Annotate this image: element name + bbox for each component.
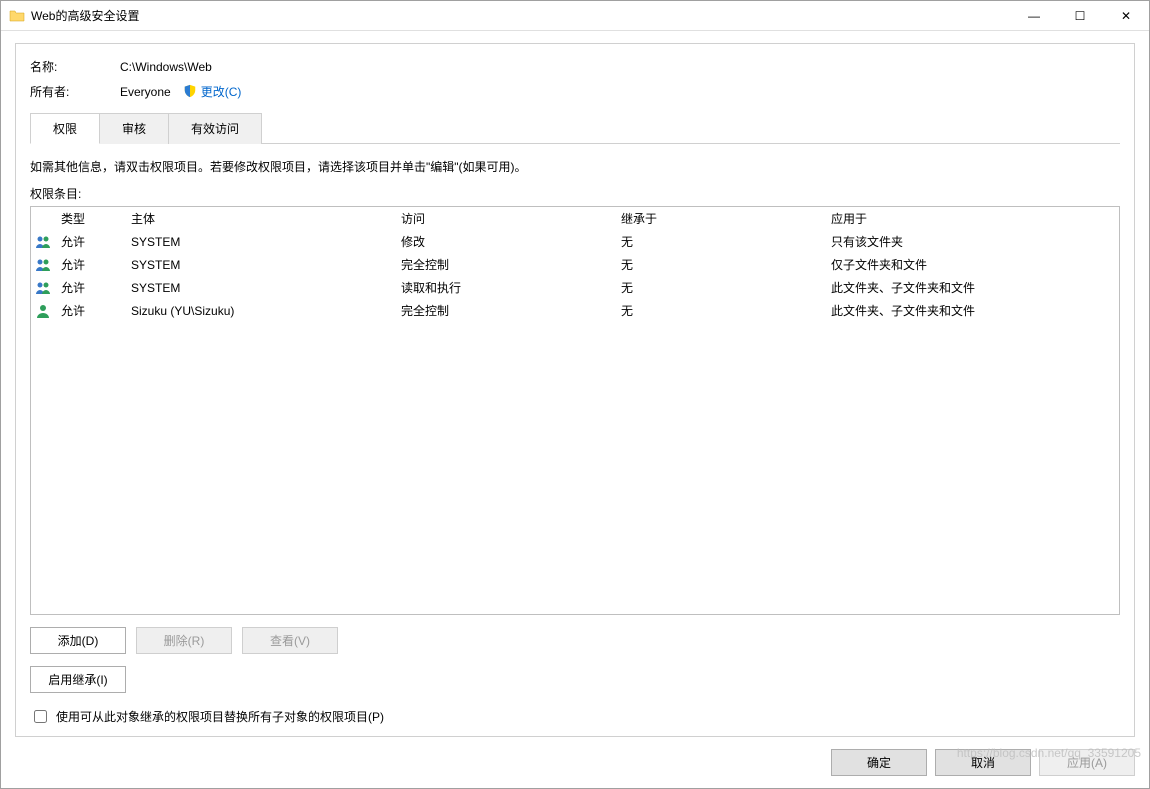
table-row[interactable]: 允许SYSTEM读取和执行无此文件夹、子文件夹和文件 [31,276,1119,299]
cell-principal: SYSTEM [125,276,395,299]
cell-access: 读取和执行 [395,276,615,299]
cell-type: 允许 [55,299,125,322]
col-inherited-from[interactable]: 继承于 [615,207,825,230]
inner-frame: 名称: C:\Windows\Web 所有者: Everyone 更改(C) 权… [15,43,1135,737]
change-owner-link[interactable]: 更改(C) [201,83,242,100]
owner-row: 所有者: Everyone 更改(C) [30,83,1120,100]
cell-inherited-from: 无 [615,253,825,276]
principal-icon [31,253,55,276]
name-label: 名称: [30,58,120,75]
replace-child-row[interactable]: 使用可从此对象继承的权限项目替换所有子对象的权限项目(P) [30,707,1120,726]
tab-auditing[interactable]: 审核 [100,113,169,144]
replace-child-label: 使用可从此对象继承的权限项目替换所有子对象的权限项目(P) [56,708,384,725]
entry-buttons-row: 添加(D) 删除(R) 查看(V) [30,627,1120,654]
principal-icon [31,230,55,253]
permission-entries-table[interactable]: 类型 主体 访问 继承于 应用于 允许SYSTEM修改无只有该文件夹允许SYST… [30,206,1120,615]
cell-principal: SYSTEM [125,253,395,276]
table-row[interactable]: 允许SYSTEM完全控制无仅子文件夹和文件 [31,253,1119,276]
cell-applies-to: 仅子文件夹和文件 [825,253,1119,276]
col-type[interactable]: 类型 [55,207,125,230]
principal-icon [31,299,55,322]
add-button[interactable]: 添加(D) [30,627,126,654]
cell-access: 完全控制 [395,299,615,322]
table-row[interactable]: 允许Sizuku (YU\Sizuku)完全控制无此文件夹、子文件夹和文件 [31,299,1119,322]
table-row[interactable]: 允许SYSTEM修改无只有该文件夹 [31,230,1119,253]
dialog-window: Web的高级安全设置 — ☐ ✕ 名称: C:\Windows\Web 所有者:… [0,0,1150,789]
content-area: 名称: C:\Windows\Web 所有者: Everyone 更改(C) 权… [1,31,1149,737]
apply-button[interactable]: 应用(A) [1039,749,1135,776]
name-value: C:\Windows\Web [120,60,212,74]
cell-applies-to: 此文件夹、子文件夹和文件 [825,276,1119,299]
tab-effective-access[interactable]: 有效访问 [169,113,262,144]
col-applies-to[interactable]: 应用于 [825,207,1119,230]
minimize-button[interactable]: — [1011,1,1057,30]
col-access[interactable]: 访问 [395,207,615,230]
table-header-row: 类型 主体 访问 继承于 应用于 [31,207,1119,230]
folder-icon [9,8,25,24]
name-row: 名称: C:\Windows\Web [30,58,1120,75]
col-principal[interactable]: 主体 [125,207,395,230]
shield-icon [183,84,201,99]
cell-type: 允许 [55,230,125,253]
instructions-text: 如需其他信息，请双击权限项目。若要修改权限项目，请选择该项目并单击"编辑"(如果… [30,158,1120,175]
cell-type: 允许 [55,253,125,276]
owner-value: Everyone [120,85,171,99]
close-button[interactable]: ✕ [1103,1,1149,30]
window-buttons: — ☐ ✕ [1011,1,1149,30]
owner-label: 所有者: [30,83,120,100]
tab-strip: 权限 审核 有效访问 [30,112,1120,144]
dialog-footer: 确定 取消 应用(A) [1,737,1149,788]
enable-inheritance-button[interactable]: 启用继承(I) [30,666,126,693]
cell-principal: SYSTEM [125,230,395,253]
replace-child-checkbox[interactable] [34,710,47,723]
remove-button[interactable]: 删除(R) [136,627,232,654]
inherit-button-row: 启用继承(I) [30,666,1120,693]
cell-inherited-from: 无 [615,299,825,322]
col-icon [31,207,55,230]
cell-inherited-from: 无 [615,230,825,253]
ok-button[interactable]: 确定 [831,749,927,776]
cell-applies-to: 此文件夹、子文件夹和文件 [825,299,1119,322]
permission-entries-label: 权限条目: [30,185,1120,202]
cell-access: 修改 [395,230,615,253]
maximize-button[interactable]: ☐ [1057,1,1103,30]
window-title: Web的高级安全设置 [31,7,1011,24]
cell-access: 完全控制 [395,253,615,276]
cancel-button[interactable]: 取消 [935,749,1031,776]
titlebar: Web的高级安全设置 — ☐ ✕ [1,1,1149,31]
cell-principal: Sizuku (YU\Sizuku) [125,299,395,322]
tab-permissions[interactable]: 权限 [30,113,100,144]
cell-applies-to: 只有该文件夹 [825,230,1119,253]
cell-inherited-from: 无 [615,276,825,299]
cell-type: 允许 [55,276,125,299]
view-button[interactable]: 查看(V) [242,627,338,654]
principal-icon [31,276,55,299]
